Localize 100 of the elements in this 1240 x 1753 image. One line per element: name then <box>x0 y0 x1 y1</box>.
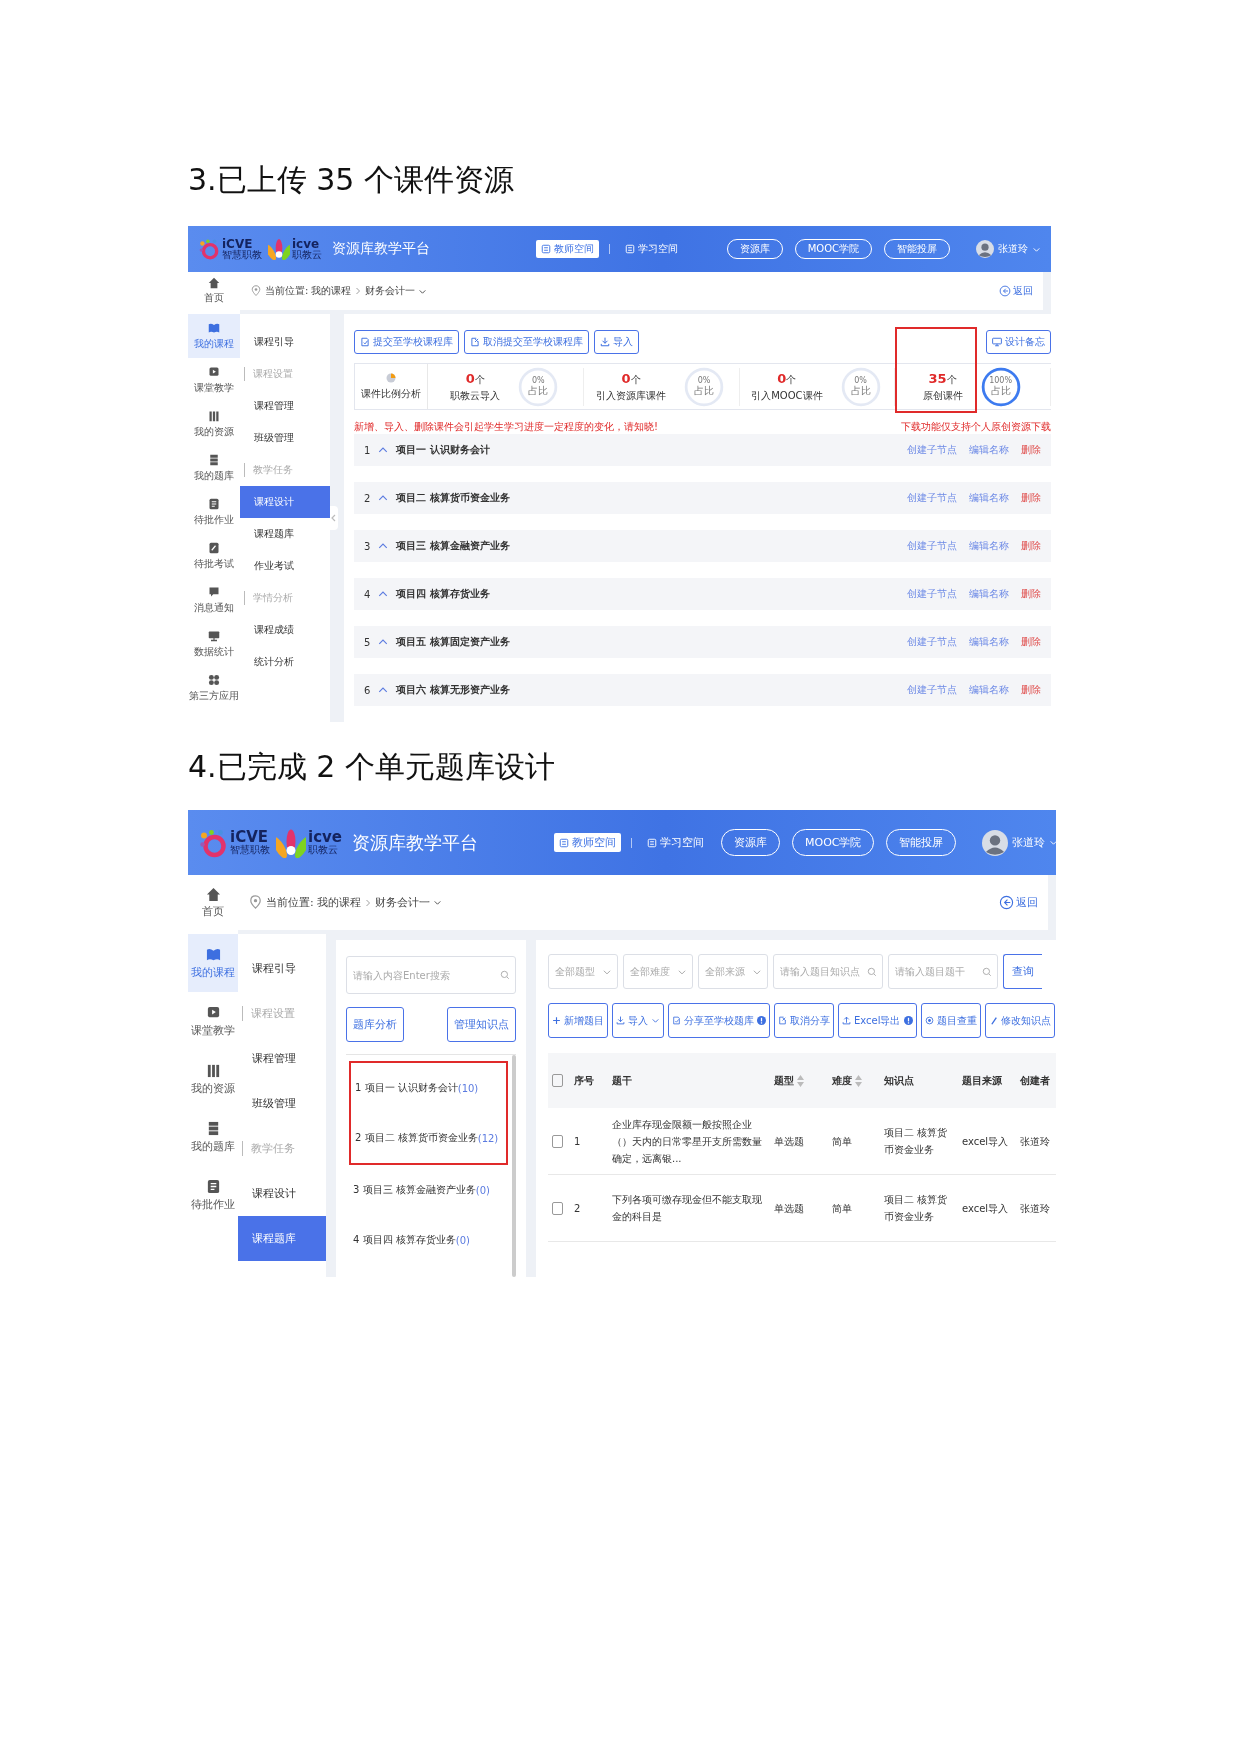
menu-item[interactable]: 课程设计 <box>240 486 330 518</box>
toolbar-button[interactable]: 题目查重 <box>920 1003 981 1038</box>
chapter-row[interactable]: 4 项目四 核算存货业务 创建子节点 编辑名称 删除 <box>354 578 1051 610</box>
row-action-link[interactable]: 删除 <box>1021 635 1041 649</box>
menu-item[interactable]: 课程管理 <box>238 1036 326 1081</box>
sidebar-item[interactable]: 我的课程 <box>188 934 238 992</box>
toolbar-button[interactable]: 新增题目 <box>548 1003 608 1038</box>
nav-tab[interactable]: 教师空间 <box>554 833 621 852</box>
toolbar-button[interactable]: 取消分享 <box>774 1003 834 1038</box>
panel-button[interactable]: 管理知识点 <box>447 1007 516 1042</box>
row-action-link[interactable]: 删除 <box>1021 491 1041 505</box>
sidebar-item[interactable]: 待批考试 <box>188 534 240 578</box>
row-action-link[interactable]: 删除 <box>1021 683 1041 697</box>
toolbar-button[interactable]: 修改知识点 <box>984 1003 1055 1038</box>
nav-tab[interactable]: 学习空间 <box>642 833 709 852</box>
sidebar-item[interactable]: 待批作业 <box>188 490 240 534</box>
row-action-link[interactable]: 编辑名称 <box>969 539 1009 553</box>
nav-tab[interactable]: 学习空间 <box>620 240 683 258</box>
sidebar-item[interactable]: 我的资源 <box>188 1050 238 1108</box>
collapse-handle[interactable] <box>330 506 338 530</box>
menu-item[interactable]: 课程题库 <box>238 1216 326 1261</box>
row-action-link[interactable]: 创建子节点 <box>907 491 957 505</box>
row-action-link[interactable]: 删除 <box>1021 443 1041 457</box>
menu-item[interactable]: 课程题库 <box>240 518 330 550</box>
action-button[interactable]: 取消提交至学校课程库 <box>464 330 589 354</box>
row-action-link[interactable]: 创建子节点 <box>907 683 957 697</box>
sidebar-item[interactable]: 我的题库 <box>188 446 240 490</box>
chat-icon <box>208 585 220 598</box>
back-link[interactable]: 返回 <box>1013 284 1033 298</box>
checkbox[interactable] <box>552 1201 563 1215</box>
user-name[interactable]: 张道玲 <box>998 242 1028 256</box>
filter-select[interactable]: 全部来源 <box>698 954 768 989</box>
table-cell: 单选题 <box>774 1135 804 1147</box>
toolbar-button[interactable]: Excel导出 <box>838 1003 917 1038</box>
sidebar-item[interactable]: 首页 <box>188 875 238 930</box>
menu-item[interactable]: 课程设计 <box>238 1171 326 1216</box>
nav-tab[interactable]: 教师空间 <box>536 240 599 258</box>
breadcrumb-link[interactable]: 财务会计一 <box>374 895 430 910</box>
sidebar-item[interactable]: 消息通知 <box>188 578 240 622</box>
search-field[interactable]: 请输入题目题干 <box>888 954 998 989</box>
row-action-link[interactable]: 编辑名称 <box>969 683 1009 697</box>
sidebar-item[interactable]: 第三方应用 <box>188 666 240 710</box>
sidebar-item[interactable]: 待批作业 <box>188 1166 238 1224</box>
tree-item[interactable]: 2 项目二 核算货币资金业务(12) <box>351 1113 506 1163</box>
panel-button[interactable]: 题库分析 <box>346 1007 404 1042</box>
filter-select[interactable]: 全部难度 <box>623 954 693 989</box>
chapter-row[interactable]: 6 项目六 核算无形资产业务 创建子节点 编辑名称 删除 <box>354 674 1051 706</box>
checkbox[interactable] <box>552 1134 563 1148</box>
row-action-link[interactable]: 创建子节点 <box>907 587 957 601</box>
sidebar-item[interactable]: 课堂教学 <box>188 358 240 402</box>
sidebar-item[interactable]: 我的题库 <box>188 1108 238 1166</box>
menu-item[interactable]: 课程管理 <box>240 390 330 422</box>
menu-item[interactable]: 课程引导 <box>240 326 330 358</box>
breadcrumb-link[interactable]: 我的课程 <box>311 284 352 298</box>
menu-item[interactable]: 作业考试 <box>240 550 330 582</box>
action-button[interactable]: 导入 <box>594 330 639 354</box>
chapter-row[interactable]: 3 项目三 核算金融资产业务 创建子节点 编辑名称 删除 <box>354 530 1051 562</box>
row-action-link[interactable]: 编辑名称 <box>969 491 1009 505</box>
checkbox[interactable] <box>552 1074 563 1087</box>
chapter-row[interactable]: 1 项目一 认识财务会计 创建子节点 编辑名称 删除 <box>354 434 1051 466</box>
tree-item[interactable]: 1 项目一 认识财务会计(10) <box>351 1063 506 1113</box>
chapter-row[interactable]: 2 项目二 核算货币资金业务 创建子节点 编辑名称 删除 <box>354 482 1051 514</box>
chapter-row[interactable]: 5 项目五 核算固定资产业务 创建子节点 编辑名称 删除 <box>354 626 1051 658</box>
back-link[interactable]: 返回 <box>1016 895 1038 910</box>
row-action-link[interactable]: 创建子节点 <box>907 539 957 553</box>
menu-item[interactable]: 统计分析 <box>240 646 330 678</box>
query-button[interactable]: 查询 <box>1003 954 1042 989</box>
sidebar-item[interactable]: 我的资源 <box>188 402 240 446</box>
sidebar-item[interactable]: 数据统计 <box>188 622 240 666</box>
stat-value: 0 <box>777 370 787 386</box>
sidebar-item[interactable]: 我的课程 <box>188 314 240 358</box>
sidebar-item[interactable]: 课堂教学 <box>188 992 238 1050</box>
menu-item[interactable]: 班级管理 <box>238 1081 326 1126</box>
sort-icon[interactable] <box>797 1074 804 1087</box>
sort-icon[interactable] <box>855 1074 862 1087</box>
user-name[interactable]: 张道玲 <box>1012 835 1046 850</box>
breadcrumb-link[interactable]: 财务会计一 <box>365 284 416 298</box>
row-action-link[interactable]: 创建子节点 <box>907 443 957 457</box>
menu-item[interactable]: 课程成绩 <box>240 614 330 646</box>
tree-item[interactable]: 4 项目四 核算存货业务(0) <box>349 1215 508 1265</box>
row-action-link[interactable]: 删除 <box>1021 587 1041 601</box>
action-button[interactable]: 提交至学校课程库 <box>354 330 459 354</box>
row-action-link[interactable]: 编辑名称 <box>969 587 1009 601</box>
memo-button[interactable]: 设计备忘 <box>986 330 1051 354</box>
scrollbar[interactable] <box>512 1055 516 1277</box>
sidebar-item[interactable]: 首页 <box>188 272 240 310</box>
breadcrumb-link[interactable]: 我的课程 <box>316 895 361 910</box>
filter-select[interactable]: 全部题型 <box>548 954 618 989</box>
tree-item[interactable]: 3 项目三 核算金融资产业务(0) <box>349 1165 508 1215</box>
toolbar-button[interactable]: 分享至学校题库 <box>668 1003 770 1038</box>
search-field[interactable]: 请输入题目知识点 <box>773 954 883 989</box>
stat-unit: 个 <box>946 372 957 387</box>
row-action-link[interactable]: 编辑名称 <box>969 443 1009 457</box>
toolbar-button[interactable]: 导入 <box>612 1003 664 1038</box>
row-action-link[interactable]: 创建子节点 <box>907 635 957 649</box>
row-action-link[interactable]: 编辑名称 <box>969 635 1009 649</box>
search-field[interactable]: 请输入内容Enter搜索 <box>346 956 516 994</box>
menu-item[interactable]: 课程引导 <box>238 946 326 991</box>
row-action-link[interactable]: 删除 <box>1021 539 1041 553</box>
menu-item[interactable]: 班级管理 <box>240 422 330 454</box>
